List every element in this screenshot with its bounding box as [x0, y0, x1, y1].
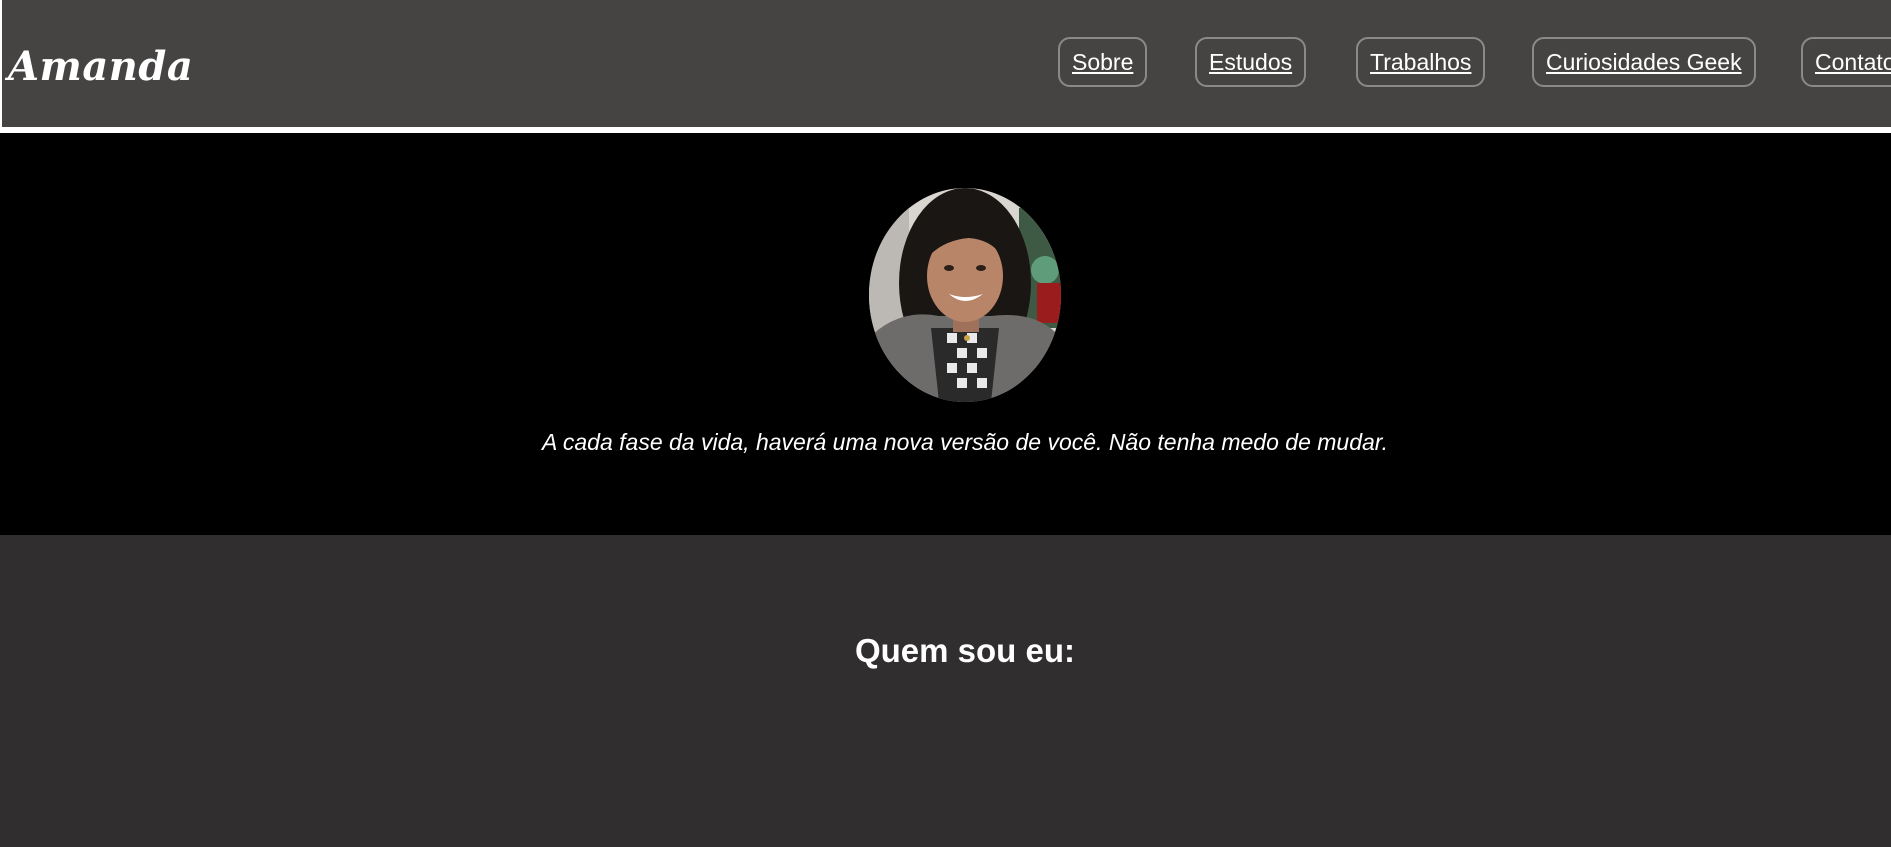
profile-photo: [869, 188, 1061, 402]
nav-link-contato[interactable]: Contato: [1801, 37, 1891, 87]
nav-link-curiosidades-geek[interactable]: Curiosidades Geek: [1532, 37, 1756, 87]
site-header: Amanda Sobre Estudos Trabalhos Curiosida…: [0, 0, 1891, 127]
hero-section: A cada fase da vida, haverá uma nova ver…: [0, 133, 1891, 535]
nav-link-trabalhos[interactable]: Trabalhos: [1356, 37, 1486, 87]
nav-link-estudos[interactable]: Estudos: [1195, 37, 1307, 87]
profile-photo-icon: [869, 188, 1061, 402]
nav-link-sobre[interactable]: Sobre: [1058, 37, 1148, 87]
brand-logo[interactable]: Amanda: [8, 38, 193, 96]
about-title: Quem sou eu:: [854, 632, 1076, 669]
hero-quote: A cada fase da vida, haverá uma nova ver…: [542, 429, 1388, 455]
about-section: Quem sou eu:: [0, 535, 1891, 847]
